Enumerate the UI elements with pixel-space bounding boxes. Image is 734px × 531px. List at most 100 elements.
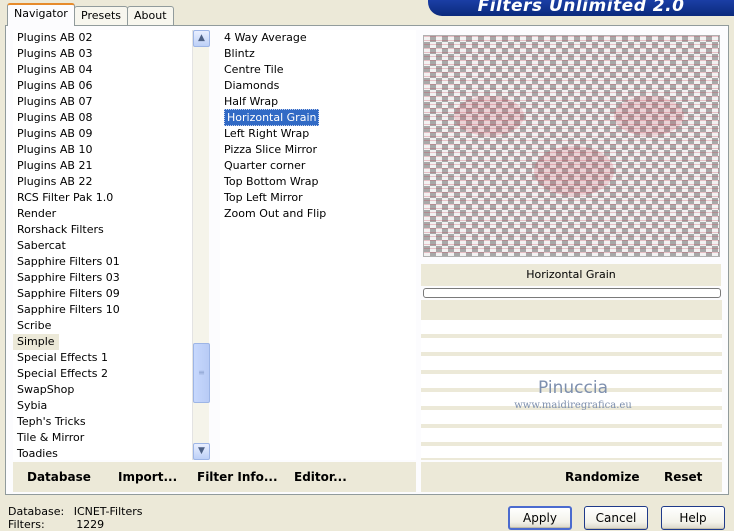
category-item-label: Sapphire Filters 09 <box>17 287 120 300</box>
filter-item[interactable]: Top Bottom Wrap <box>220 174 416 190</box>
category-item[interactable]: Sabercat <box>13 238 192 254</box>
category-item[interactable]: Render <box>13 206 192 222</box>
filter-item[interactable]: Pizza Slice Mirror <box>220 142 416 158</box>
category-item-label: Sybia <box>17 399 48 412</box>
parameter-slot <box>421 410 722 424</box>
category-item[interactable]: Sapphire Filters 09 <box>13 286 192 302</box>
current-filter-name: Horizontal Grain <box>421 264 721 286</box>
category-item-label: Plugins AB 03 <box>17 47 93 60</box>
filter-item[interactable]: Half Wrap <box>220 94 416 110</box>
filter-item[interactable]: Horizontal Grain <box>220 109 416 126</box>
tab-about[interactable]: About <box>127 6 174 26</box>
randomize-button[interactable]: Randomize <box>565 470 639 484</box>
tab-navigator[interactable]: Navigator <box>7 3 75 26</box>
category-item-label: Scribe <box>17 319 52 332</box>
database-button[interactable]: Database <box>27 470 91 484</box>
category-item[interactable]: Tile & Mirror <box>13 430 192 446</box>
filter-item[interactable]: Blintz <box>220 46 416 62</box>
category-item[interactable]: Sybia <box>13 398 192 414</box>
category-item-label: Special Effects 1 <box>17 351 109 364</box>
filter-item-label: Top Bottom Wrap <box>224 175 319 188</box>
cancel-label: Cancel <box>595 511 637 525</box>
category-item-label: RCS Filter Pak 1.0 <box>17 191 114 204</box>
parameter-slot <box>421 338 722 352</box>
banner-title: Filters Unlimited 2.0 <box>477 0 685 16</box>
watermark-name: Pinuccia <box>538 378 608 398</box>
filter-item-label: Quarter corner <box>224 159 306 172</box>
database-status-label: Database: <box>8 505 65 518</box>
filter-item-label: Horizontal Grain <box>224 109 320 126</box>
category-item[interactable]: Plugins AB 08 <box>13 110 192 126</box>
filter-name-label: Horizontal Grain <box>526 268 616 281</box>
scroll-thumb[interactable]: ≡ <box>193 343 210 403</box>
category-item-label: Plugins AB 04 <box>17 63 93 76</box>
scroll-down-button[interactable]: ▼ <box>193 443 210 460</box>
tab-label: Presets <box>81 9 122 22</box>
database-label: Database <box>27 470 91 484</box>
category-item-label: Plugins AB 09 <box>17 127 93 140</box>
category-item-label: Toadies <box>17 447 58 460</box>
category-item[interactable]: Plugins AB 09 <box>13 126 192 142</box>
category-item[interactable]: Scribe <box>13 318 192 334</box>
scroll-up-button[interactable]: ▲ <box>193 30 210 47</box>
category-item[interactable]: Plugins AB 21 <box>13 158 192 174</box>
parameter-slot <box>421 446 722 458</box>
apply-button[interactable]: Apply <box>508 506 572 530</box>
category-item[interactable]: Special Effects 1 <box>13 350 192 366</box>
filter-info-button[interactable]: Filter Info... <box>197 470 278 484</box>
category-item-label: Teph's Tricks <box>17 415 86 428</box>
filter-item[interactable]: Centre Tile <box>220 62 416 78</box>
filter-item-label: Diamonds <box>224 79 280 92</box>
database-status-value: ICNET-Filters <box>73 505 143 518</box>
category-item[interactable]: Sapphire Filters 03 <box>13 270 192 286</box>
filter-item[interactable]: Quarter corner <box>220 158 416 174</box>
category-item[interactable]: SwapShop <box>13 382 192 398</box>
filter-list[interactable]: 4 Way Average Blintz Centre Tile Diamonds Ha… <box>220 30 416 460</box>
category-item[interactable]: Teph's Tricks <box>13 414 192 430</box>
filter-item-label: 4 Way Average <box>224 31 307 44</box>
apply-label: Apply <box>523 511 557 525</box>
filter-item[interactable]: Diamonds <box>220 78 416 94</box>
category-item[interactable]: Plugins AB 04 <box>13 62 192 78</box>
tab-presets[interactable]: Presets <box>74 6 129 26</box>
help-button[interactable]: Help <box>661 506 725 530</box>
filter-item[interactable]: Left Right Wrap <box>220 126 416 142</box>
category-item[interactable]: Plugins AB 03 <box>13 46 192 62</box>
filter-item[interactable]: Zoom Out and Flip <box>220 206 416 222</box>
category-item-label: Rorshack Filters <box>17 223 104 236</box>
filter-item[interactable]: Top Left Mirror <box>220 190 416 206</box>
cancel-button[interactable]: Cancel <box>584 506 648 530</box>
category-item[interactable]: Plugins AB 22 <box>13 174 192 190</box>
category-item[interactable]: Sapphire Filters 01 <box>13 254 192 270</box>
category-scrollbar[interactable]: ▲ ≡ ▼ <box>192 30 210 460</box>
import-button[interactable]: Import... <box>118 470 177 484</box>
category-item[interactable]: Rorshack Filters <box>13 222 192 238</box>
filter-item-label: Top Left Mirror <box>224 191 303 204</box>
category-item[interactable]: RCS Filter Pak 1.0 <box>13 190 192 206</box>
tab-label: About <box>134 9 167 22</box>
category-item-label: Plugins AB 06 <box>17 79 93 92</box>
editor-label: Editor... <box>294 470 347 484</box>
category-item[interactable]: Toadies <box>13 446 192 460</box>
reset-label: Reset <box>664 470 703 484</box>
category-list[interactable]: Plugins AB 02 Plugins AB 03 Plugins AB 04 P… <box>13 30 192 460</box>
category-item[interactable]: Plugins AB 07 <box>13 94 192 110</box>
category-item-label: Sapphire Filters 10 <box>17 303 120 316</box>
status-database: Database: ICNET-Filters <box>8 505 142 518</box>
reset-button[interactable]: Reset <box>664 470 702 484</box>
category-item[interactable]: Sapphire Filters 10 <box>13 302 192 318</box>
editor-button[interactable]: Editor... <box>294 470 347 484</box>
category-item[interactable]: Simple <box>13 334 192 350</box>
filter-item[interactable]: 4 Way Average <box>220 30 416 46</box>
import-label: Import... <box>118 470 178 484</box>
category-item-label: Tile & Mirror <box>17 431 85 444</box>
filter-item-label: Pizza Slice Mirror <box>224 143 318 156</box>
category-item[interactable]: Special Effects 2 <box>13 366 192 382</box>
category-item[interactable]: Plugins AB 02 <box>13 30 192 46</box>
preview-grain-overlay <box>424 36 719 256</box>
filter-item-label: Left Right Wrap <box>224 127 310 140</box>
filter-item-label: Centre Tile <box>224 63 284 76</box>
category-item[interactable]: Plugins AB 06 <box>13 78 192 94</box>
category-item[interactable]: Plugins AB 10 <box>13 142 192 158</box>
filter-item-label: Blintz <box>224 47 255 60</box>
